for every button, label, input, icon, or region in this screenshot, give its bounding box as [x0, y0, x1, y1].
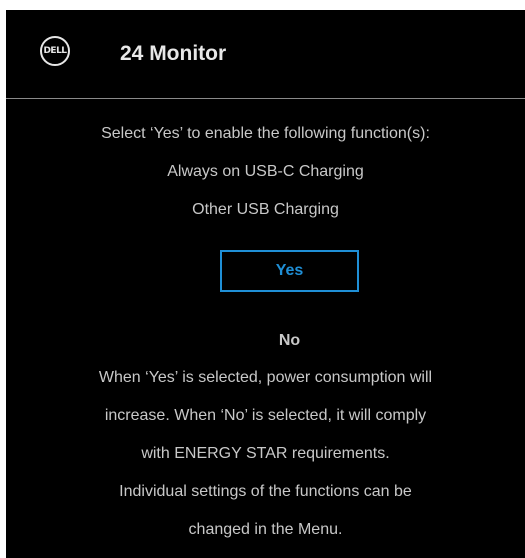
header-divider: [6, 98, 525, 99]
yes-button[interactable]: Yes: [220, 250, 359, 292]
note-line-1: When ‘Yes’ is selected, power consumptio…: [98, 369, 433, 386]
prompt-intro: Select ‘Yes’ to enable the following fun…: [101, 125, 430, 142]
note-line-3: with ENERGY STAR requirements.: [141, 445, 390, 462]
osd-header: DELL 24 Monitor: [6, 10, 525, 98]
dell-logo-icon: DELL: [40, 36, 70, 66]
monitor-osd-dialog: DELL 24 Monitor Select ‘Yes’ to enable t…: [6, 10, 525, 558]
monitor-title: 24 Monitor: [120, 42, 227, 65]
logo-text: DELL: [43, 46, 67, 56]
no-button[interactable]: No: [220, 320, 359, 362]
function-item-other-usb-charging: Other USB Charging: [192, 201, 339, 218]
note-line-2: increase. When ‘No’ is selected, it will…: [104, 407, 427, 424]
note-line-4: Individual settings of the functions can…: [119, 483, 412, 500]
function-item-usb-c-charging: Always on USB-C Charging: [167, 163, 364, 180]
note-line-5: changed in the Menu.: [188, 521, 343, 538]
